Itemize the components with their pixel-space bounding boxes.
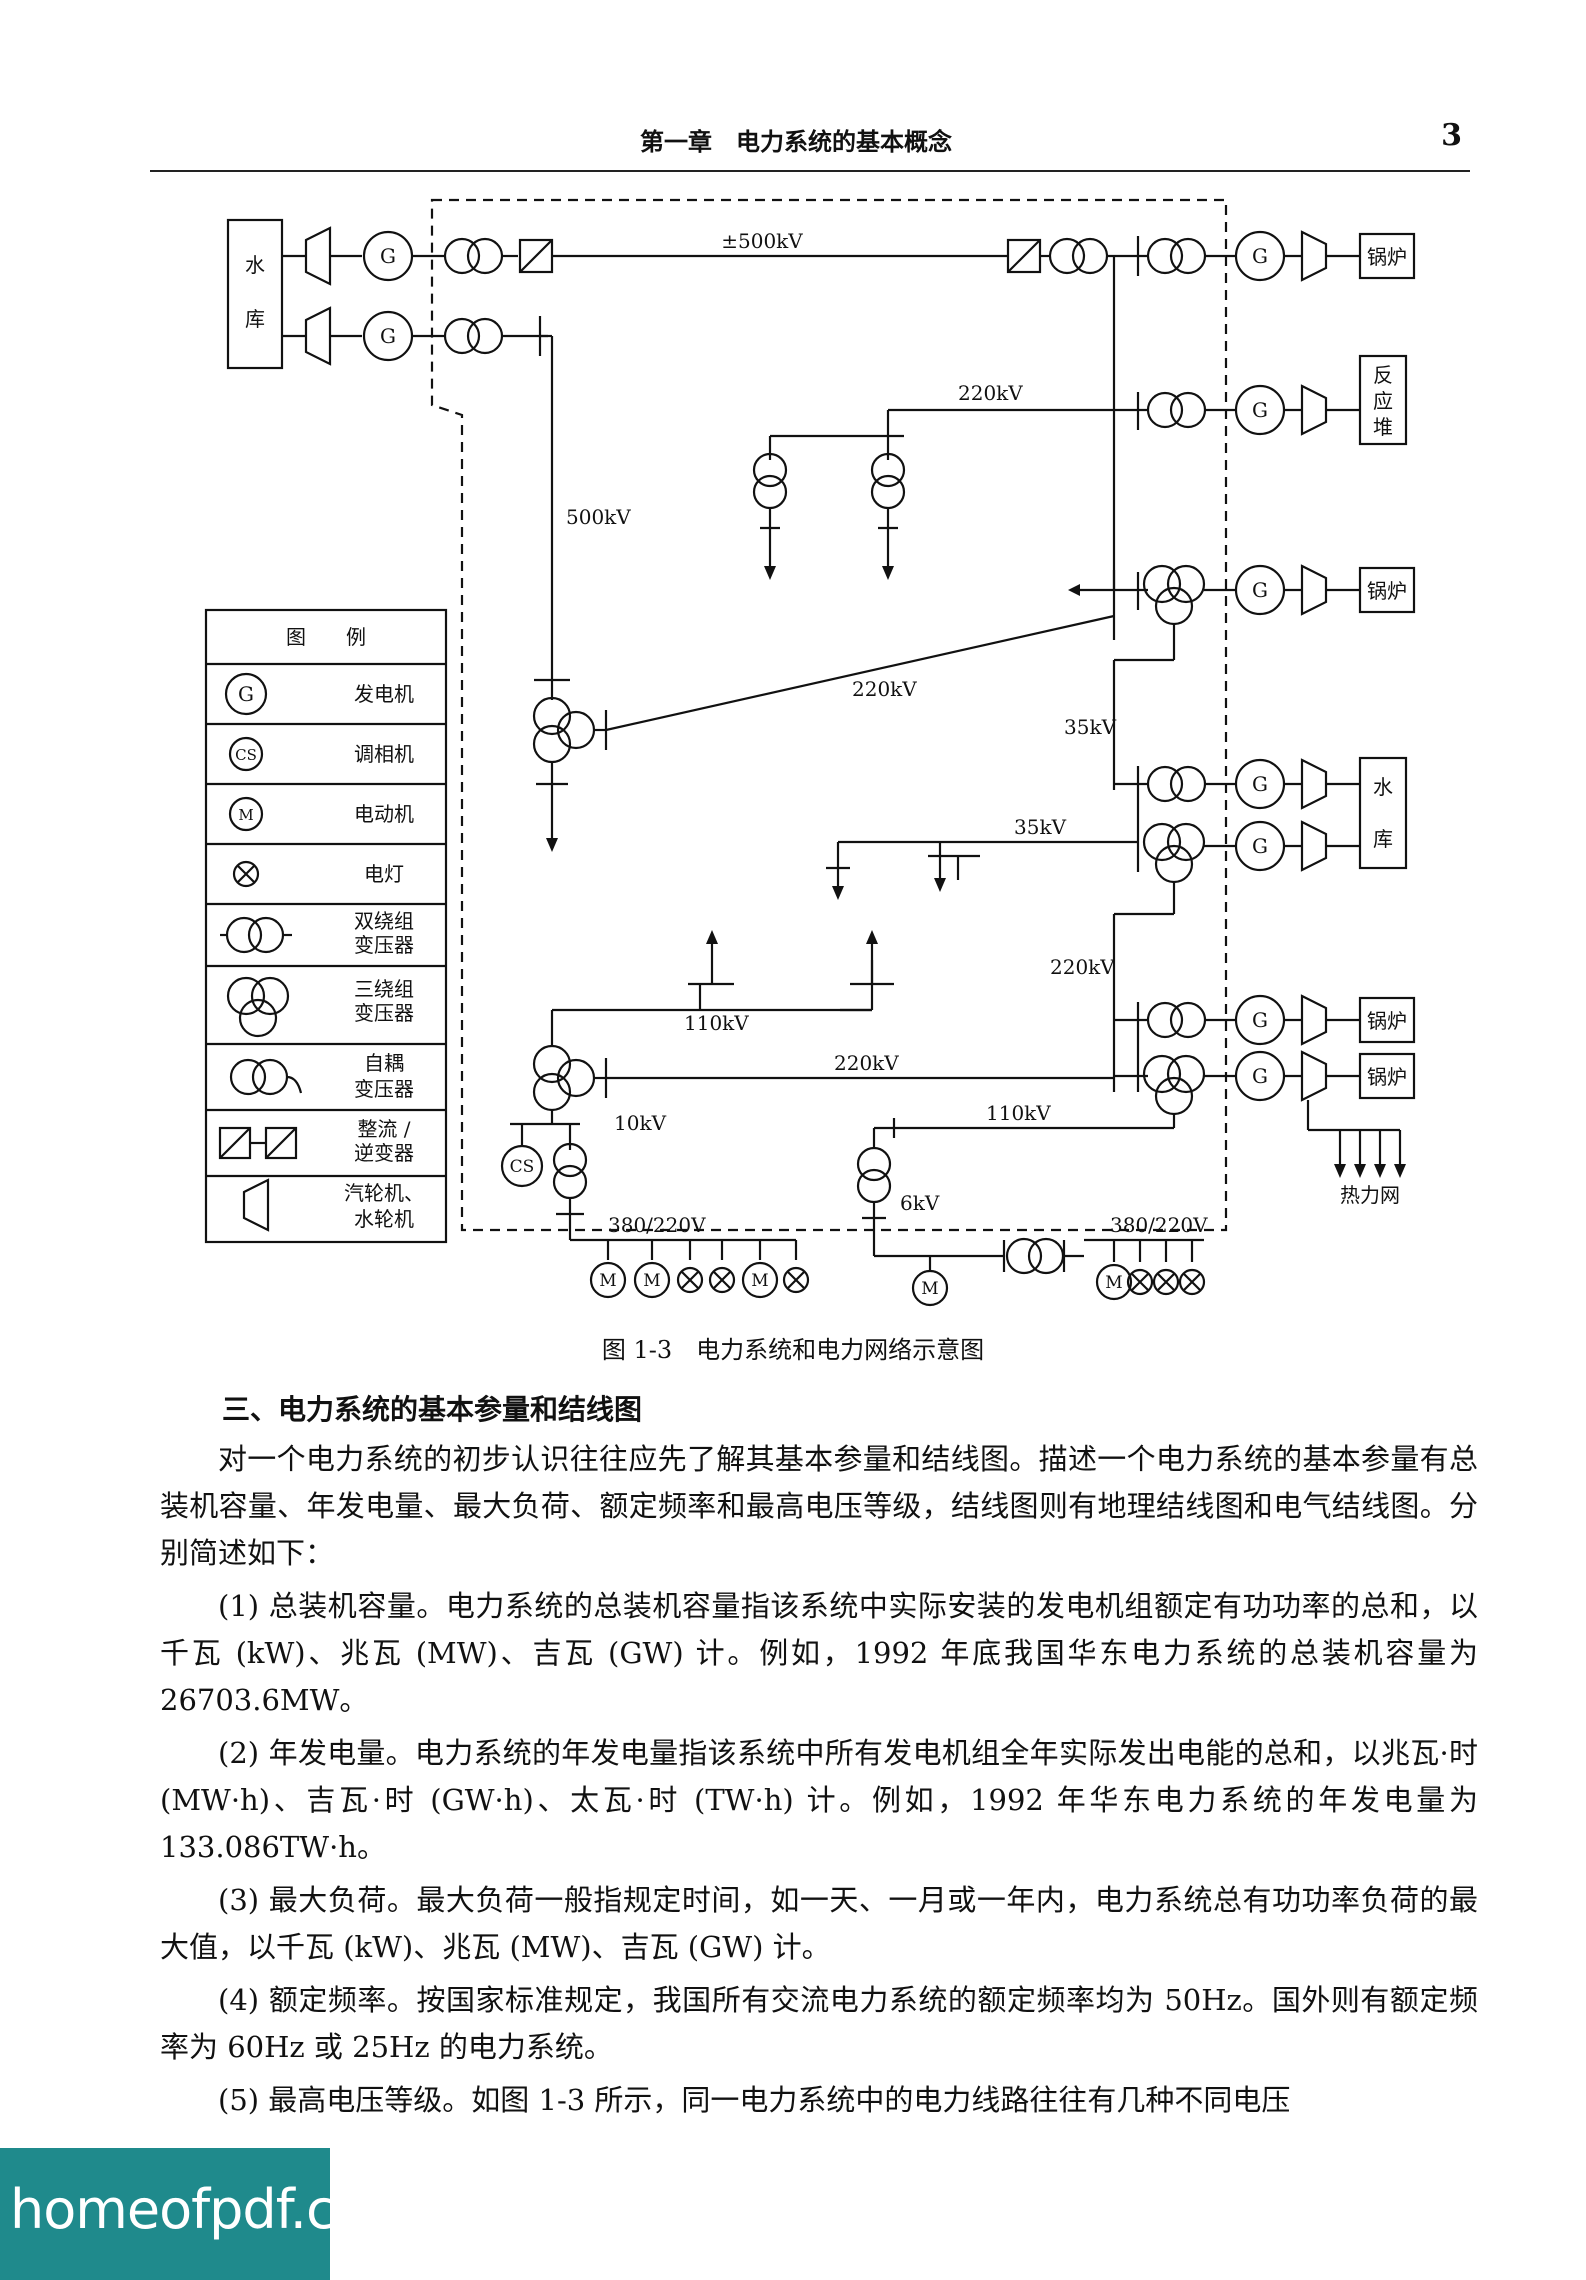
paragraph-5: (5) 最高电压等级。如图 1-3 所示，同一电力系统中的电力线路往往有几种不同… bbox=[218, 2083, 1291, 2117]
legend-label-lamp: 电灯 bbox=[364, 862, 404, 886]
voltage-dc: ±500kV bbox=[721, 229, 803, 253]
boiler-label: 锅炉 bbox=[1367, 245, 1407, 269]
legend-label-rect-2: 逆变器 bbox=[354, 1141, 414, 1165]
voltage-110kv-b: 110kV bbox=[986, 1101, 1051, 1125]
legend-label-turbine-1: 汽轮机、 bbox=[344, 1181, 424, 1205]
reservoir-box-top bbox=[226, 218, 284, 370]
legend-label-3winding-1: 三绕组 bbox=[354, 977, 414, 1001]
legend-label-3winding-2: 变压器 bbox=[354, 1001, 414, 1025]
voltage-35kv-a: 35kV bbox=[1064, 715, 1117, 739]
gen-label: G bbox=[1252, 1008, 1268, 1032]
voltage-10kv: 10kV bbox=[614, 1111, 667, 1135]
paragraph-2: (2) 年发电量。电力系统的年发电量指该系统中所有发电机组全年实际发出电能的总和… bbox=[160, 1736, 1478, 1864]
svg-text:CS: CS bbox=[235, 746, 257, 764]
turbine-icon bbox=[304, 226, 332, 286]
watermark-text: homeofpdf.com bbox=[10, 2178, 419, 2241]
reservoir-top-char2: 库 bbox=[245, 307, 265, 331]
legend-label-rect-1: 整流 / bbox=[357, 1117, 410, 1141]
watermark-badge: homeofpdf.com bbox=[0, 2148, 419, 2280]
motor-label: M bbox=[751, 1271, 768, 1291]
reservoir-right-char1: 水 bbox=[1373, 775, 1393, 799]
boiler-label: 锅炉 bbox=[1367, 579, 1407, 603]
gen-label: G bbox=[1252, 244, 1268, 268]
voltage-380v-b: 380/220V bbox=[1110, 1213, 1208, 1237]
section-title: 三、电力系统的基本参量和结线图 bbox=[222, 1393, 643, 1426]
legend-2winding-icon bbox=[225, 916, 263, 954]
paragraph-1: (1) 总装机容量。电力系统的总装机容量指该系统中实际安装的发电机组额定有功功率… bbox=[160, 1589, 1478, 1717]
paragraph-intro: 对一个电力系统的初步认识往往应先了解其基本参量和结线图。描述一个电力系统的基本参… bbox=[160, 1442, 1478, 1570]
voltage-220kv-d: 220kV bbox=[834, 1051, 899, 1075]
reservoir-top-char1: 水 bbox=[245, 253, 265, 277]
voltage-380v-a: 380/220V bbox=[608, 1213, 706, 1237]
gen-label: G bbox=[1252, 772, 1268, 796]
legend-label-2winding-2: 变压器 bbox=[354, 933, 414, 957]
voltage-110kv-a: 110kV bbox=[684, 1011, 749, 1035]
motor-label: M bbox=[599, 1271, 616, 1291]
motor-label: M bbox=[921, 1279, 938, 1299]
legend-label-motor: 电动机 bbox=[354, 802, 414, 826]
power-system-diagram: 水 库 G G G G G G G G G 锅炉 锅炉 锅炉 锅炉 反 应 堆 … bbox=[204, 198, 1416, 1307]
figure-caption: 图 1-3 电力系统和电力网络示意图 bbox=[601, 1336, 985, 1364]
legend-label-auto-2: 变压器 bbox=[354, 1077, 414, 1101]
body-text: 对一个电力系统的初步认识往往应先了解其基本参量和结线图。描述一个电力系统的基本参… bbox=[160, 1436, 1478, 2130]
reservoir-right-char2: 库 bbox=[1373, 827, 1393, 851]
voltage-220kv-top: 220kV bbox=[958, 381, 1023, 405]
voltage-35kv-b: 35kV bbox=[1014, 815, 1067, 839]
legend-label-turbine-2: 水轮机 bbox=[354, 1207, 414, 1231]
boiler-label: 锅炉 bbox=[1367, 1009, 1407, 1033]
gen-label: G bbox=[1252, 398, 1268, 422]
legend-autotransformer-icon bbox=[229, 1058, 267, 1096]
legend-label-cs: 调相机 bbox=[354, 742, 414, 766]
motor-label: M bbox=[1105, 1273, 1122, 1293]
reactor-char1: 反 bbox=[1373, 363, 1393, 387]
svg-text:M: M bbox=[238, 806, 253, 824]
paragraph-4: (4) 额定频率。按国家标准规定，我国所有交流电力系统的额定频率均为 50Hz。… bbox=[160, 1983, 1478, 2064]
gen-label: G bbox=[380, 244, 396, 268]
legend-label-generator: 发电机 bbox=[354, 682, 414, 706]
gen-label: G bbox=[1252, 578, 1268, 602]
cs-label: CS bbox=[510, 1157, 535, 1177]
boiler-label: 锅炉 bbox=[1367, 1065, 1407, 1089]
gen-label: G bbox=[1252, 834, 1268, 858]
voltage-220kv-c: 220kV bbox=[1050, 955, 1115, 979]
heat-network-label: 热力网 bbox=[1340, 1183, 1400, 1207]
legend-label-2winding-1: 双绕组 bbox=[354, 909, 414, 933]
voltage-220kv-diag: 220kV bbox=[852, 677, 917, 701]
gen-label: G bbox=[1252, 1064, 1268, 1088]
legend-turbine-icon bbox=[242, 1178, 270, 1232]
legend-label-auto-1: 自耦 bbox=[364, 1051, 404, 1075]
svg-text:G: G bbox=[238, 682, 254, 706]
reactor-char3: 堆 bbox=[1373, 415, 1393, 439]
voltage-6kv: 6kV bbox=[900, 1191, 940, 1215]
gen-label: G bbox=[380, 324, 396, 348]
reactor-char2: 应 bbox=[1373, 389, 1393, 413]
paragraph-3: (3) 最大负荷。最大负荷一般指规定时间，如一天、一月或一年内，电力系统总有功功… bbox=[160, 1883, 1478, 1964]
legend-title: 图 例 bbox=[286, 625, 366, 649]
voltage-500kv: 500kV bbox=[566, 505, 631, 529]
motor-label: M bbox=[643, 1271, 660, 1291]
